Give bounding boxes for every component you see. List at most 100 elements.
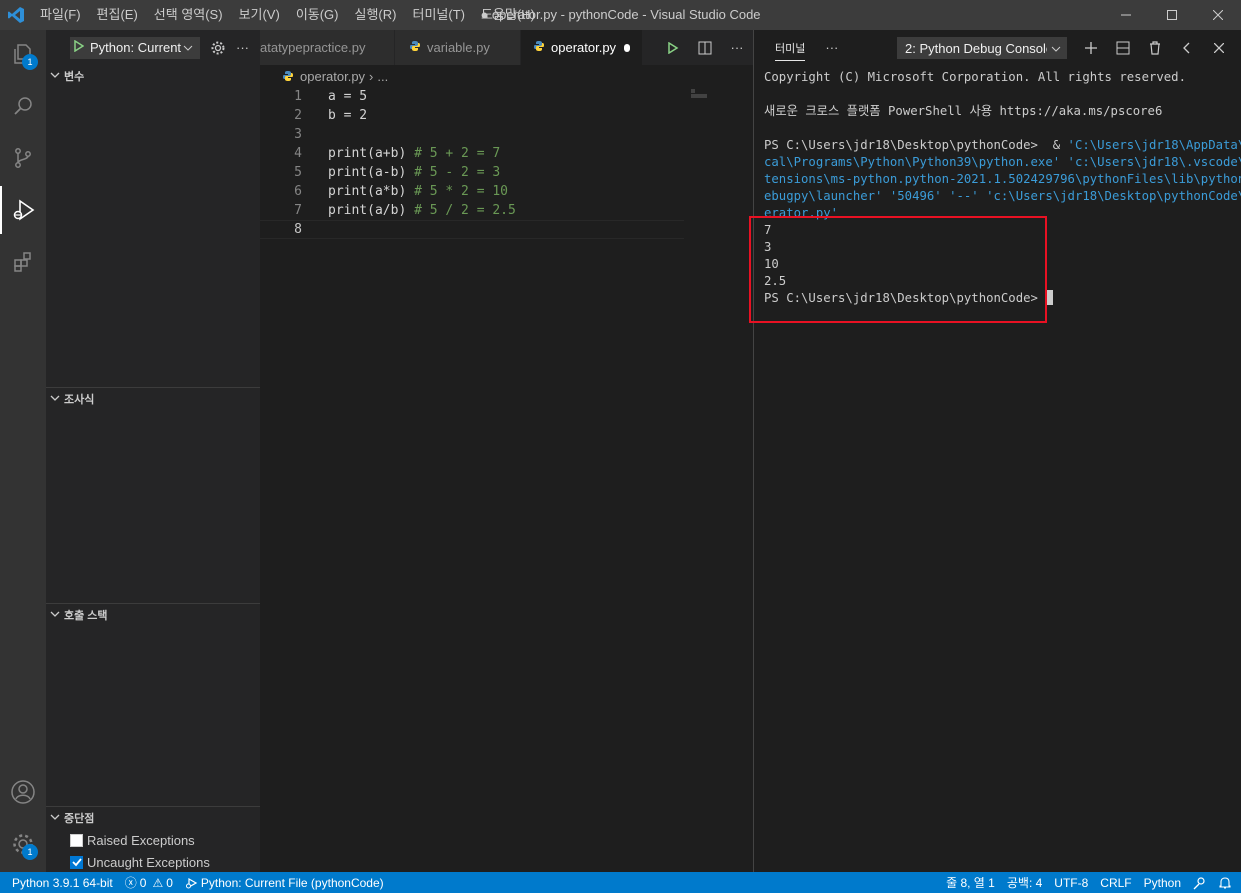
chevron-down-icon bbox=[1051, 41, 1061, 56]
chevron-down-icon bbox=[50, 393, 60, 405]
terminal-line: ​ bbox=[764, 120, 1234, 137]
minimize-icon[interactable] bbox=[1103, 0, 1149, 30]
terminal-panel: 터미널 ··· 2: Python Debug Console Copyrigh… bbox=[754, 30, 1241, 872]
line-number: 2 bbox=[294, 108, 302, 123]
line-number: 7 bbox=[294, 203, 302, 218]
code-editor[interactable]: 1a = 5 2b = 2 3 4 print(a+b) # 5 + 2 = 7 … bbox=[260, 87, 753, 872]
code-line: 7 print(a/b) # 5 / 2 = 2.5 bbox=[260, 201, 684, 220]
menu-run[interactable]: 실행(R) bbox=[347, 0, 405, 30]
terminal-select[interactable]: 2: Python Debug Console bbox=[897, 37, 1067, 59]
menu-help[interactable]: 도움말(H) bbox=[473, 0, 543, 30]
menu-selection[interactable]: 선택 영역(S) bbox=[146, 0, 231, 30]
manage-gear-icon[interactable]: 1 bbox=[0, 820, 46, 868]
minimap[interactable] bbox=[691, 89, 721, 99]
debug-icon bbox=[185, 877, 201, 889]
menu-edit[interactable]: 편집(E) bbox=[89, 0, 146, 30]
code-line: 4 print(a+b) # 5 + 2 = 7 bbox=[260, 144, 684, 163]
terminal-prompt: PS C:\Users\jdr18\Desktop\pythonCode> bbox=[764, 290, 1234, 307]
source-control-icon[interactable] bbox=[0, 134, 46, 182]
watch-section-header[interactable]: 조사식 bbox=[46, 388, 260, 410]
chevron-down-icon bbox=[183, 40, 193, 55]
more-actions-icon[interactable]: ··· bbox=[721, 30, 753, 65]
debug-config-select[interactable]: Python: Current bbox=[70, 36, 200, 59]
run-debug-icon[interactable] bbox=[0, 186, 46, 234]
chevron-down-icon bbox=[50, 812, 60, 824]
split-terminal-icon[interactable] bbox=[1107, 30, 1139, 65]
feedback-icon[interactable] bbox=[1187, 876, 1213, 890]
code-line: 3 bbox=[260, 125, 684, 144]
line-number: 1 bbox=[294, 89, 302, 104]
menu-view[interactable]: 보기(V) bbox=[231, 0, 288, 30]
more-actions-icon[interactable]: ··· bbox=[236, 40, 249, 55]
panel-actions bbox=[1075, 30, 1235, 65]
terminal-line: 10​ bbox=[764, 257, 779, 271]
editor-actions: ··· bbox=[657, 30, 753, 65]
end-of-line[interactable]: CRLF bbox=[1094, 876, 1137, 890]
breakpoint-uncaught-exceptions[interactable]: Uncaught Exceptions bbox=[70, 851, 210, 873]
breakpoint-raised-exceptions[interactable]: Raised Exceptions bbox=[70, 829, 195, 851]
encoding[interactable]: UTF-8 bbox=[1048, 876, 1094, 890]
python-file-icon bbox=[533, 40, 545, 55]
account-icon[interactable] bbox=[0, 768, 46, 816]
tab-datatypepractice[interactable]: atatypepractice.py bbox=[260, 30, 395, 65]
breadcrumb-symbols[interactable]: ... bbox=[377, 69, 388, 84]
new-terminal-icon[interactable] bbox=[1075, 30, 1107, 65]
close-icon[interactable] bbox=[1195, 0, 1241, 30]
variables-section-header[interactable]: 변수 bbox=[46, 65, 260, 87]
debug-config-status[interactable]: Python: Current File (pythonCode) bbox=[179, 876, 390, 890]
variables-title: 변수 bbox=[64, 71, 85, 83]
terminal-line: tensions\ms-python.python-2021.1.5024297… bbox=[764, 172, 1241, 186]
chevron-left-icon[interactable] bbox=[1171, 30, 1203, 65]
breakpoints-section-header[interactable]: 중단점 bbox=[46, 807, 260, 829]
indentation[interactable]: 공백: 4 bbox=[1001, 874, 1048, 891]
uncaught-exceptions-checkbox[interactable] bbox=[70, 855, 83, 869]
extensions-icon[interactable] bbox=[0, 238, 46, 286]
debug-toolbar: Python: Current ··· bbox=[46, 30, 260, 65]
menu-file[interactable]: 파일(F) bbox=[32, 0, 89, 30]
cursor-position[interactable]: 줄 8, 열 1 bbox=[940, 874, 1001, 891]
more-actions-icon[interactable]: ··· bbox=[825, 40, 838, 55]
python-file-icon bbox=[409, 40, 421, 55]
terminal-line: 2.5​ bbox=[764, 274, 787, 288]
debug-sidebar: Python: Current ··· 변수 조사식 호출 스택 중단점 Rai… bbox=[46, 30, 260, 872]
settings-badge: 1 bbox=[22, 844, 38, 860]
gear-icon[interactable] bbox=[210, 40, 226, 56]
trash-icon[interactable] bbox=[1139, 30, 1171, 65]
run-file-icon[interactable] bbox=[657, 30, 689, 65]
python-interpreter[interactable]: Python 3.9.1 64-bit bbox=[0, 876, 119, 890]
breakpoints-title: 중단점 bbox=[64, 813, 95, 825]
line-number: 8 bbox=[294, 222, 302, 237]
code-text: b = 2 bbox=[328, 108, 368, 123]
search-icon[interactable] bbox=[0, 82, 46, 130]
tab-variable[interactable]: variable.py bbox=[395, 30, 521, 65]
close-panel-icon[interactable] bbox=[1203, 30, 1235, 65]
menu-bar: 파일(F) 편집(E) 선택 영역(S) 보기(V) 이동(G) 실행(R) 터… bbox=[32, 0, 543, 30]
tab-label: atatypepractice.py bbox=[260, 40, 366, 55]
explorer-icon[interactable]: 1 bbox=[0, 30, 46, 78]
breadcrumb-file[interactable]: operator.py bbox=[300, 69, 365, 84]
line-number: 4 bbox=[294, 146, 302, 161]
split-editor-icon[interactable] bbox=[689, 30, 721, 65]
raised-exceptions-checkbox[interactable] bbox=[70, 833, 83, 847]
start-debug-icon[interactable] bbox=[74, 39, 85, 55]
unsaved-dot-icon[interactable] bbox=[624, 43, 630, 52]
tab-operator[interactable]: operator.py bbox=[521, 30, 643, 65]
explorer-badge: 1 bbox=[22, 54, 38, 70]
callstack-section-header[interactable]: 호출 스택 bbox=[46, 604, 260, 626]
tab-terminal[interactable]: 터미널 bbox=[775, 34, 806, 61]
warning-icon: ⚠ bbox=[152, 875, 164, 890]
raised-exceptions-label: Raised Exceptions bbox=[87, 832, 195, 848]
panel-header: 터미널 ··· 2: Python Debug Console bbox=[754, 30, 1241, 65]
terminal-line: ​ bbox=[764, 86, 1234, 103]
watch-title: 조사식 bbox=[64, 394, 95, 406]
maximize-icon[interactable] bbox=[1149, 0, 1195, 30]
line-number: 6 bbox=[294, 184, 302, 199]
terminal-output[interactable]: Copyright (C) Microsoft Corporation. All… bbox=[764, 69, 1241, 307]
problems-indicator[interactable]: ⓧ 0 ⚠ 0 bbox=[119, 874, 179, 891]
menu-terminal[interactable]: 터미널(T) bbox=[404, 0, 472, 30]
bell-icon[interactable] bbox=[1213, 876, 1241, 890]
language-mode[interactable]: Python bbox=[1138, 876, 1187, 890]
line-number: 5 bbox=[294, 165, 302, 180]
code-line-current: 8 bbox=[260, 220, 684, 239]
menu-go[interactable]: 이동(G) bbox=[288, 0, 347, 30]
